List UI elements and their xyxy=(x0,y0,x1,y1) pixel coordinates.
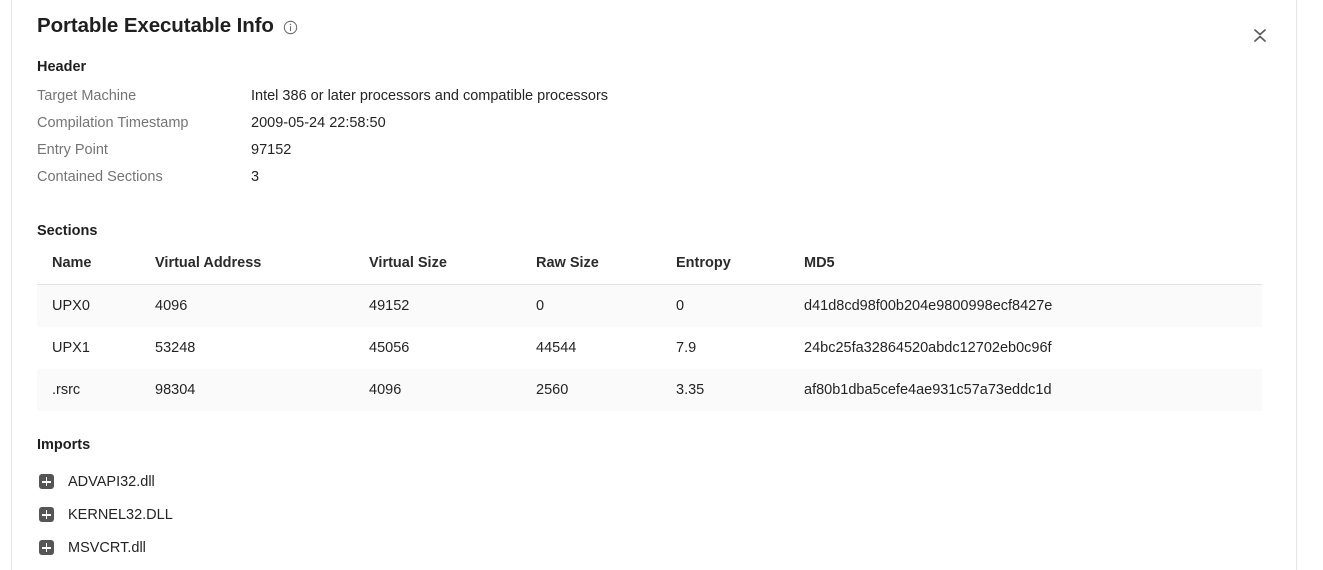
cell-name: UPX1 xyxy=(52,340,90,356)
panel-header: Portable Executable Info xyxy=(37,0,1271,38)
import-name: MSVCRT.dll xyxy=(68,539,146,556)
cell-entropy: 0 xyxy=(676,284,804,327)
cell-virtual-size: 4096 xyxy=(369,369,536,411)
plus-icon[interactable] xyxy=(39,474,54,489)
field-label: Contained Sections xyxy=(37,169,163,185)
sections-table: Name Virtual Address Virtual Size Raw Si… xyxy=(37,255,1262,411)
list-item[interactable]: MSVCRT.dll xyxy=(37,531,1271,564)
plus-icon[interactable] xyxy=(39,540,54,555)
cell-entropy: 7.9 xyxy=(676,340,697,356)
portable-executable-info-card: Portable Executable Info Header Target M… xyxy=(11,0,1297,570)
import-name: KERNEL32.DLL xyxy=(68,506,173,523)
cell-md5: d41d8cd98f00b204e9800998ecf8427e xyxy=(804,284,1262,327)
cell-entropy: 3.35 xyxy=(676,369,804,411)
cell-md5: af80b1dba5cefe4ae931c57a73eddc1d xyxy=(804,369,1262,411)
field-label: Entry Point xyxy=(37,142,108,158)
table-row: UPX1 53248 45056 44544 7.9 24bc25fa32864… xyxy=(37,327,1262,369)
column-header-raw-size: Raw Size xyxy=(536,255,676,285)
cell-virtual-address: 4096 xyxy=(155,284,369,327)
list-item[interactable]: ADVAPI32.dll xyxy=(37,465,1271,498)
column-header-entropy: Entropy xyxy=(676,255,804,285)
header-section-heading: Header xyxy=(37,59,87,75)
field-value: 2009-05-24 22:58:50 xyxy=(251,115,386,131)
column-header-virtual-address: Virtual Address xyxy=(155,255,369,285)
cell-md5: 24bc25fa32864520abdc12702eb0c96f xyxy=(804,340,1052,356)
cell-raw-size: 0 xyxy=(536,284,676,327)
header-field-row: Contained Sections 3 xyxy=(37,169,1271,196)
cell-virtual-size: 45056 xyxy=(369,340,410,356)
page-title: Portable Executable Info xyxy=(37,14,274,37)
column-header-virtual-size: Virtual Size xyxy=(369,255,536,285)
imports-section-heading: Imports xyxy=(37,437,91,453)
cell-name: UPX0 xyxy=(37,284,155,327)
cell-raw-size: 2560 xyxy=(536,369,676,411)
import-name: ADVAPI32.dll xyxy=(68,473,155,490)
field-value: 3 xyxy=(251,169,260,185)
field-label: Compilation Timestamp xyxy=(37,115,189,131)
column-header-name: Name xyxy=(37,255,155,285)
header-field-row: Entry Point 97152 xyxy=(37,142,1271,169)
sections-section-heading: Sections xyxy=(37,223,98,239)
info-icon[interactable] xyxy=(283,20,298,35)
cell-virtual-size: 49152 xyxy=(369,284,536,327)
header-field-list: Target Machine Intel 386 or later proces… xyxy=(37,88,1271,196)
cell-virtual-address: 53248 xyxy=(155,340,196,356)
field-value: 97152 xyxy=(251,142,292,158)
header-field-row: Target Machine Intel 386 or later proces… xyxy=(37,88,1271,115)
collapse-panel-button[interactable] xyxy=(1250,24,1270,46)
plus-icon[interactable] xyxy=(39,507,54,522)
header-field-row: Compilation Timestamp 2009-05-24 22:58:5… xyxy=(37,115,1271,142)
cell-virtual-address: 98304 xyxy=(155,369,369,411)
column-header-md5: MD5 xyxy=(804,255,1262,285)
cell-raw-size: 44544 xyxy=(536,340,577,356)
field-value: Intel 386 or later processors and compat… xyxy=(251,88,609,104)
imports-list: ADVAPI32.dll KERNEL32.DLL MSVCRT.dll xyxy=(37,465,1271,564)
table-row: .rsrc 98304 4096 2560 3.35 af80b1dba5cef… xyxy=(37,369,1262,411)
list-item[interactable]: KERNEL32.DLL xyxy=(37,498,1271,531)
field-label: Target Machine xyxy=(37,88,137,104)
table-row: UPX0 4096 49152 0 0 d41d8cd98f00b204e980… xyxy=(37,284,1262,327)
table-header-row: Name Virtual Address Virtual Size Raw Si… xyxy=(37,255,1262,285)
cell-name: .rsrc xyxy=(37,369,155,411)
